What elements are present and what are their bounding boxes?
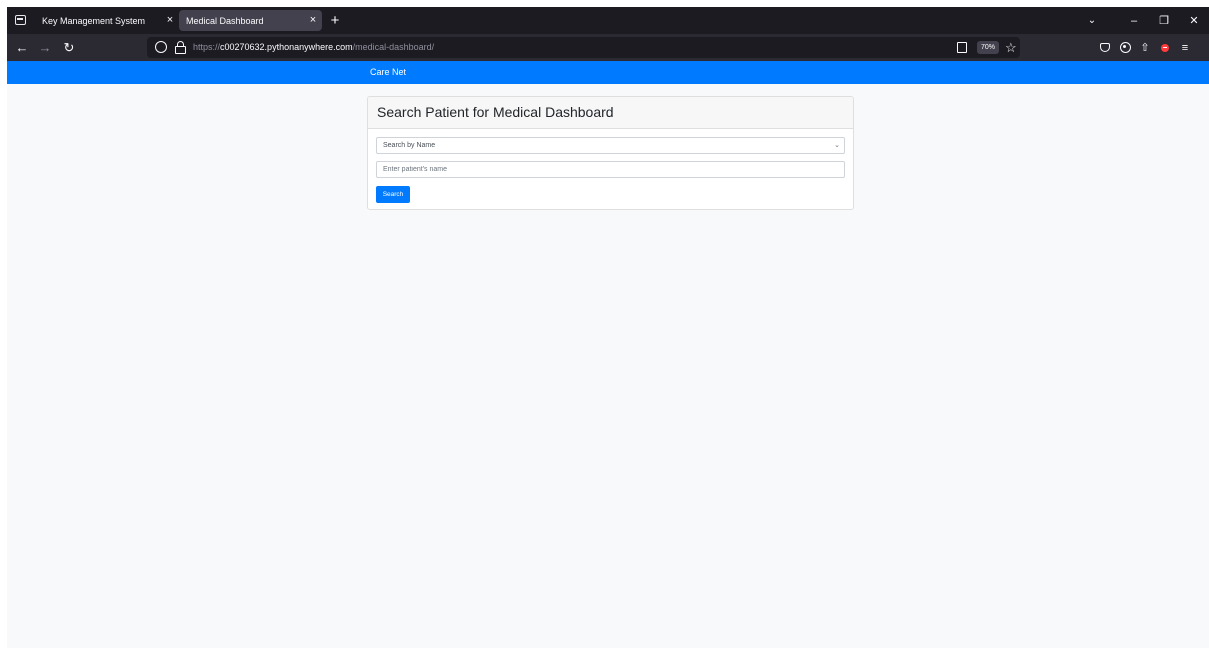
lock-icon[interactable] <box>175 41 186 54</box>
menu-icon[interactable]: ≡ <box>1175 34 1195 61</box>
pocket-icon[interactable] <box>1095 34 1115 61</box>
tab-medical-dashboard[interactable]: Medical Dashboard × <box>179 10 322 31</box>
window-controls: – ❐ ✕ <box>1119 7 1209 34</box>
url-text[interactable]: https://c00270632.pythonanywhere.com/med… <box>193 37 434 58</box>
navigation-toolbar: ← → ↻ https://c00270632.pythonanywhere.c… <box>7 34 1209 61</box>
search-type-value: Search by Name <box>383 142 436 149</box>
browser-window: Key Management System × Medical Dashboar… <box>7 7 1209 648</box>
card-title: Search Patient for Medical Dashboard <box>377 104 614 120</box>
search-card: Search Patient for Medical Dashboard Sea… <box>367 96 854 210</box>
restore-icon[interactable]: ❐ <box>1149 14 1179 27</box>
reload-icon[interactable]: ↻ <box>59 38 79 57</box>
zoom-level-badge[interactable]: 70% <box>977 41 999 54</box>
url-host: c00270632.pythonanywhere.com <box>220 42 353 52</box>
card-header: Search Patient for Medical Dashboard <box>368 97 853 129</box>
patient-name-input[interactable] <box>376 161 845 178</box>
tab-list-icon[interactable]: ⌄ <box>1081 7 1103 34</box>
tab-close-icon[interactable]: × <box>304 10 322 31</box>
close-icon[interactable]: ✕ <box>1179 14 1209 27</box>
new-tab-button[interactable]: + <box>325 10 345 31</box>
tab-title: Medical Dashboard <box>186 15 264 26</box>
url-path: /medical-dashboard/ <box>352 42 435 52</box>
tab-close-icon[interactable]: × <box>161 10 179 31</box>
brand-link[interactable]: Care Net <box>370 61 406 84</box>
tab-strip: Key Management System × Medical Dashboar… <box>7 7 1209 34</box>
bookmark-star-icon[interactable]: ☆ <box>1005 38 1017 57</box>
chevron-down-icon: ⌄ <box>834 142 840 149</box>
reader-view-icon[interactable] <box>957 42 967 53</box>
tab-key-management[interactable]: Key Management System × <box>35 10 179 31</box>
tab-overview-icon[interactable] <box>11 11 29 29</box>
recording-icon[interactable] <box>1155 34 1175 61</box>
site-navbar: Care Net <box>7 61 1209 84</box>
minimize-icon[interactable]: – <box>1119 15 1149 27</box>
shield-icon[interactable] <box>155 41 167 53</box>
search-type-select[interactable]: Search by Name ⌄ <box>376 137 845 154</box>
search-button[interactable]: Search <box>376 186 410 203</box>
forward-icon[interactable]: → <box>35 38 55 57</box>
toolbar-buttons: ⇧ ≡ <box>1095 34 1195 61</box>
extensions-icon[interactable]: ⇧ <box>1135 34 1155 61</box>
tab-title: Key Management System <box>42 15 146 26</box>
url-bar[interactable]: https://c00270632.pythonanywhere.com/med… <box>147 37 1020 58</box>
url-scheme: https:// <box>193 42 221 52</box>
account-icon[interactable] <box>1115 34 1135 61</box>
back-icon[interactable]: ← <box>12 38 32 57</box>
